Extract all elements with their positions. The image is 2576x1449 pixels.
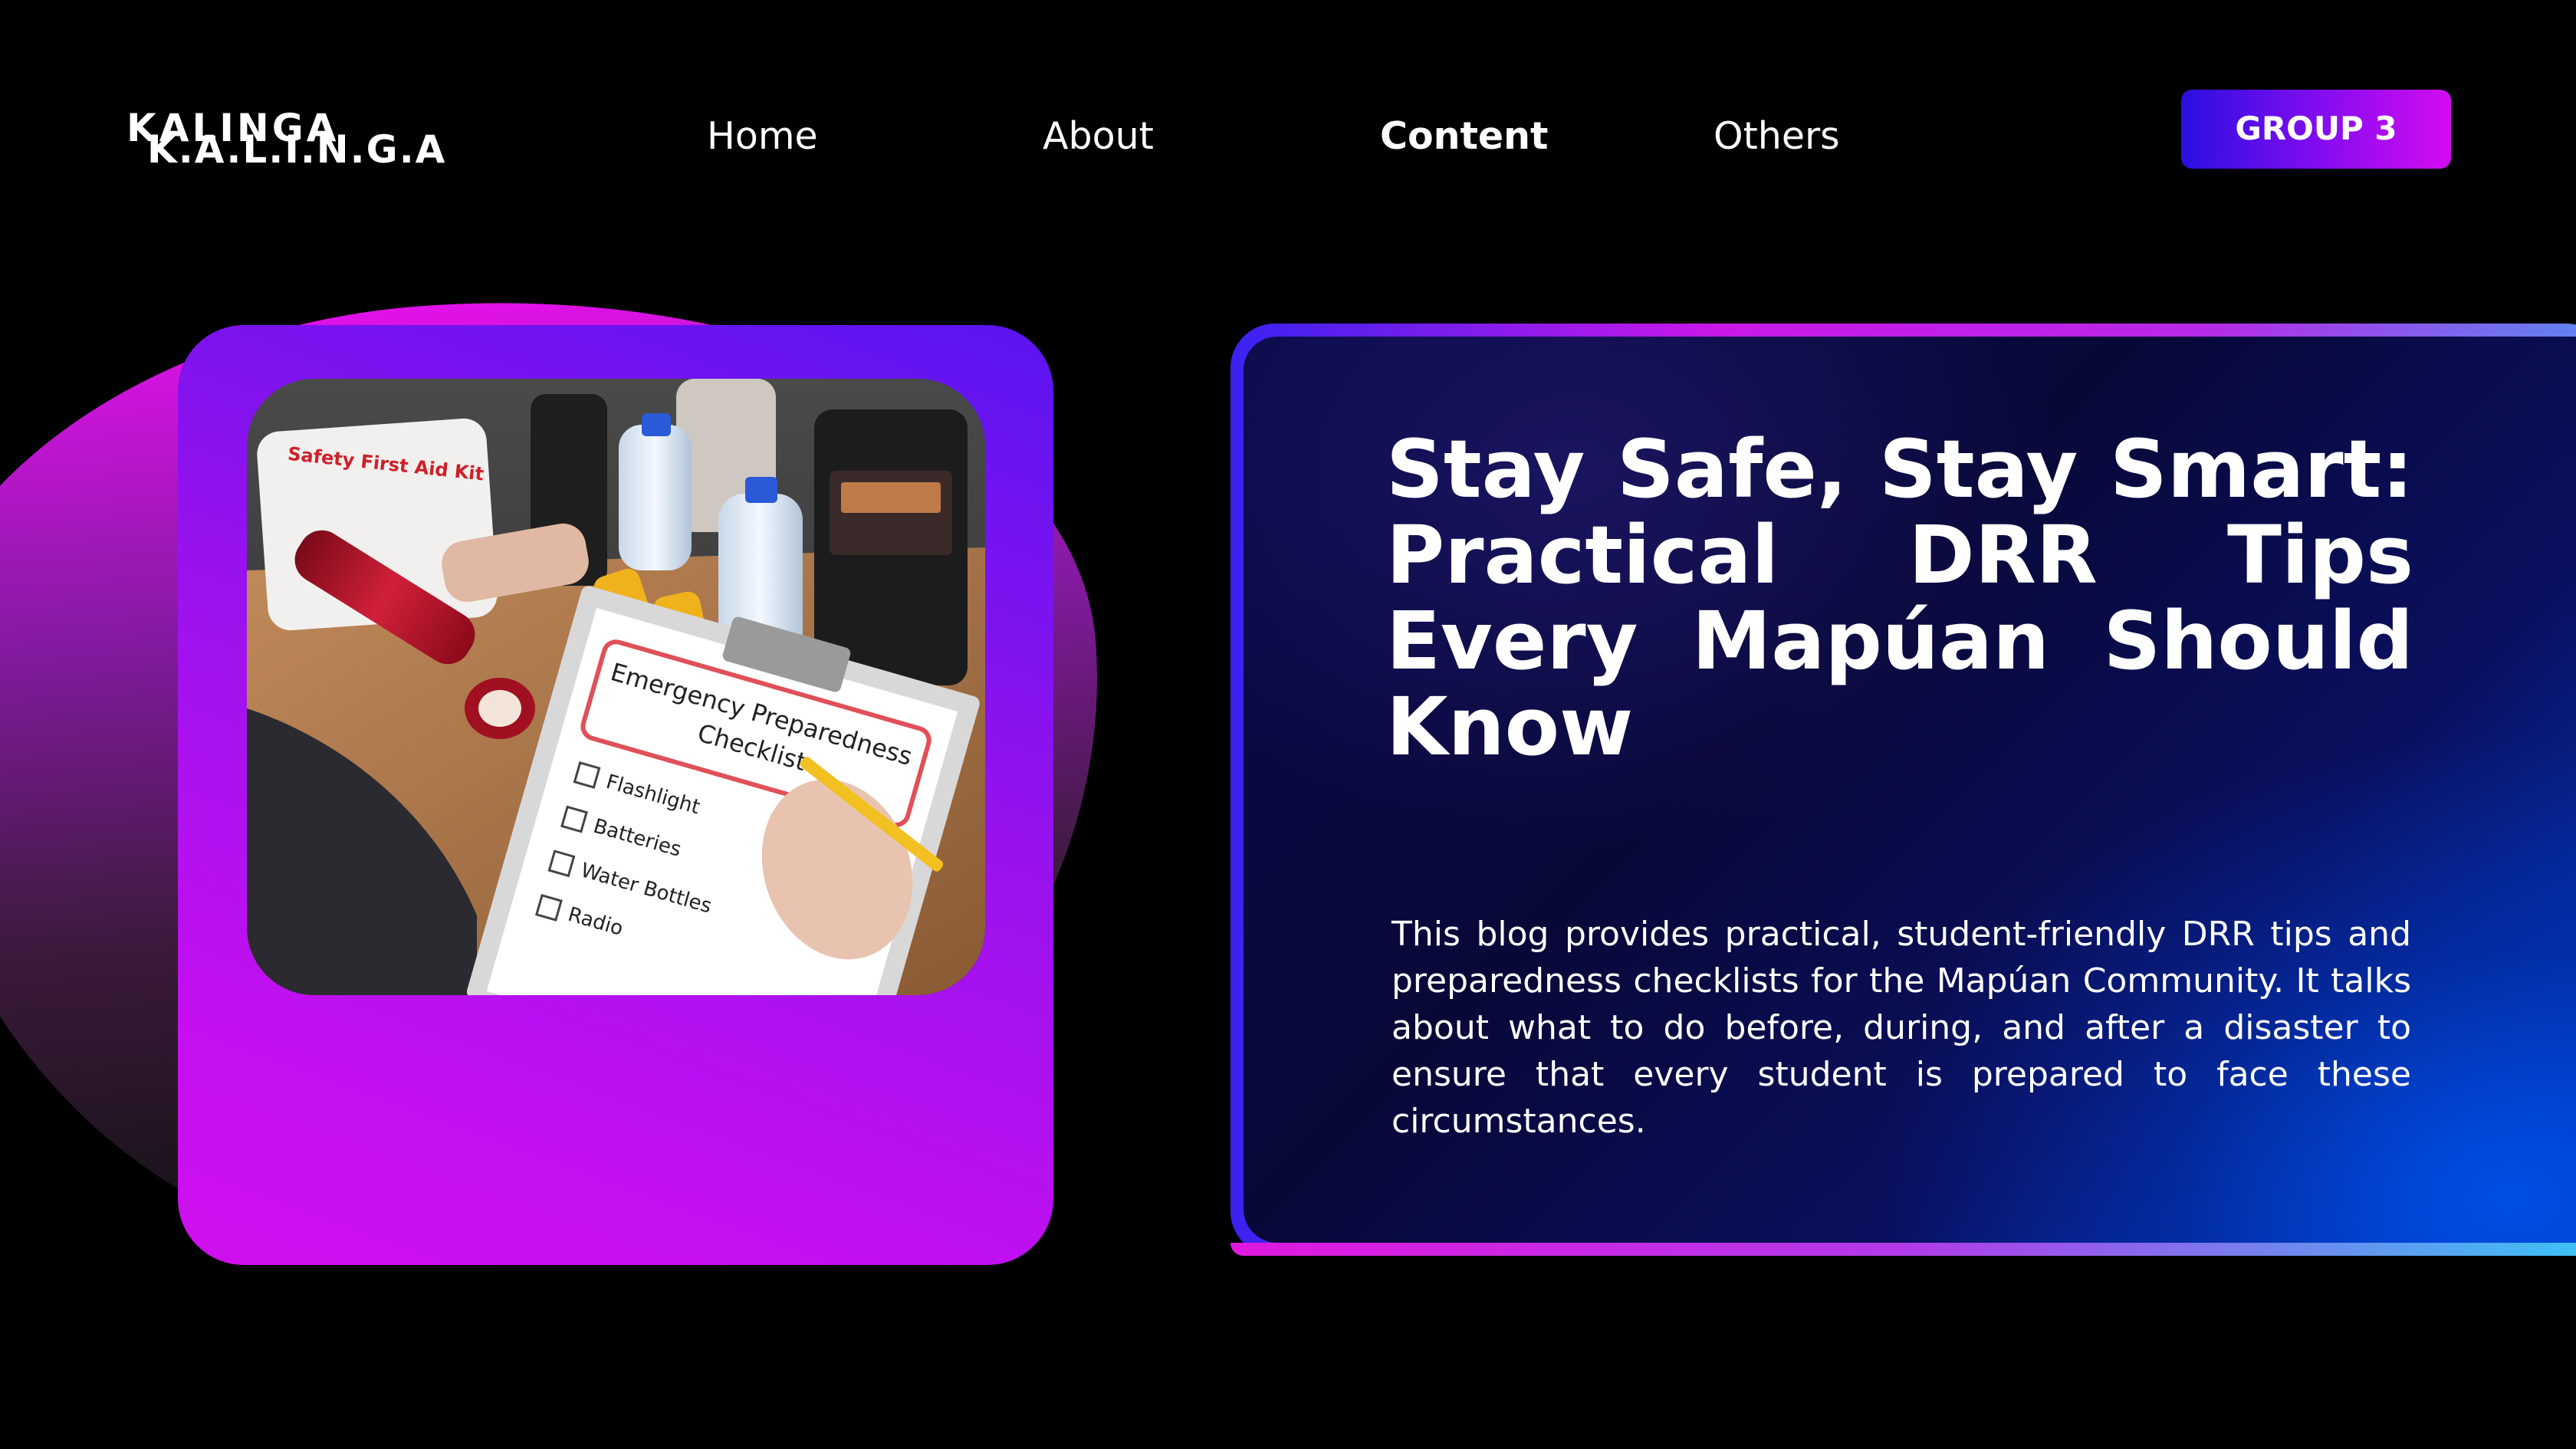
article-description: This blog provides practical, student-fr… — [1392, 915, 2411, 1141]
article-title: Stay Safe, Stay Smart: Practical DRR Tip… — [1386, 422, 2413, 774]
emergency-kit-photo: Safety First Aid Kit Emergency Preparedn… — [247, 379, 985, 995]
page: KALINGA K.A.L.I.N.G.A Home About Content… — [0, 0, 2576, 1449]
nav-content[interactable]: Content — [1380, 113, 1548, 159]
nav-about[interactable]: About — [1043, 113, 1154, 159]
group-3-button[interactable]: GROUP 3 — [2181, 90, 2451, 169]
site-logo[interactable]: KALINGA K.A.L.I.N.G.A — [127, 109, 445, 178]
logo-text-secondary: K.A.L.I.N.G.A — [147, 127, 447, 172]
nav-home[interactable]: Home — [707, 113, 818, 159]
nav-others[interactable]: Others — [1714, 113, 1840, 159]
article-panel-bottom-edge — [1230, 1243, 2576, 1256]
